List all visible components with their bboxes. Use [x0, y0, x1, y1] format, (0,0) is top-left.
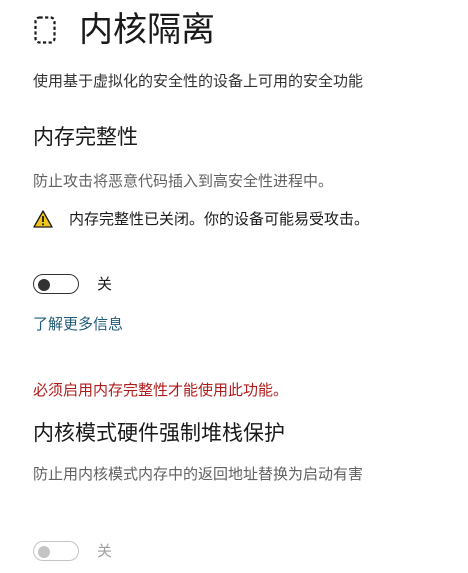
page-description: 使用基于虚拟化的安全性的设备上可用的安全功能: [33, 72, 364, 90]
warning-triangle-icon: [33, 210, 53, 228]
warning-text: 内存完整性已关闭。你的设备可能易受攻击。: [69, 210, 370, 228]
memory-integrity-toggle[interactable]: [33, 274, 79, 294]
stack-protection-description: 防止用内核模式内存中的返回地址替换为启动有害: [33, 465, 364, 483]
memory-integrity-toggle-row: 关: [33, 273, 112, 295]
toggle-knob: [38, 546, 50, 558]
memory-integrity-description: 防止攻击将恶意代码插入到高安全性进程中。: [33, 172, 334, 190]
stack-protection-toggle[interactable]: [33, 541, 79, 561]
stack-protection-toggle-row: 关: [33, 540, 112, 562]
stack-protection-title: 内核模式硬件强制堆栈保护: [33, 421, 285, 445]
memory-integrity-toggle-label: 关: [97, 275, 113, 293]
memory-integrity-warning: 内存完整性已关闭。你的设备可能易受攻击。: [33, 208, 369, 230]
learn-more-link[interactable]: 了解更多信息: [33, 313, 123, 335]
stack-protection-toggle-label: 关: [97, 542, 113, 560]
stack-protection-requirement: 必须启用内存完整性才能使用此功能。: [33, 381, 289, 399]
page-header: 内核隔离: [33, 8, 215, 52]
page-title: 内核隔离: [79, 10, 215, 50]
core-isolation-page: 内核隔离 使用基于虚拟化的安全性的设备上可用的安全功能 内存完整性 防止攻击将恶…: [0, 0, 468, 573]
memory-integrity-title: 内存完整性: [33, 125, 138, 149]
toggle-knob: [38, 279, 50, 291]
core-isolation-chip-icon: [33, 14, 57, 46]
